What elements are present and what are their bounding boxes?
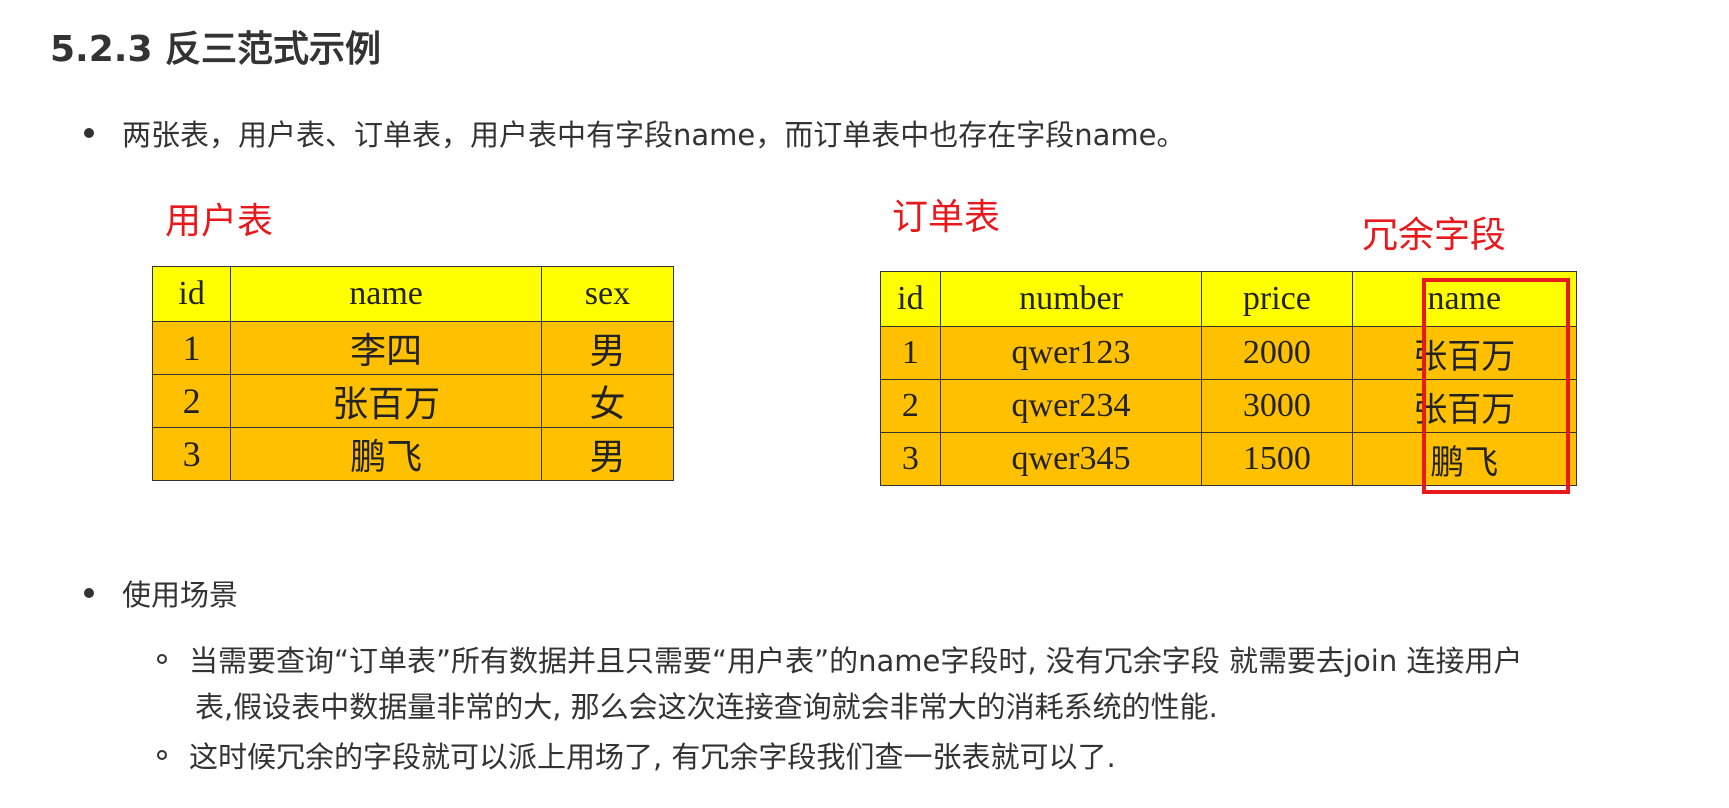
bullet-item-usage: 使用场景	[84, 572, 238, 614]
section-heading: 5.2.3 反三范式示例	[50, 29, 382, 70]
table-row: 1 李四 男	[151, 321, 675, 375]
sub-bullet-text: 当需要查询“订单表”所有数据并且只需要“用户表”的name字段时, 没有冗余字段…	[189, 644, 1523, 678]
sub-bullet-item: 当需要查询“订单表”所有数据并且只需要“用户表”的name字段时, 没有冗余字段…	[157, 638, 1522, 680]
sub-bullet-circle-icon	[157, 750, 167, 760]
header-cell-price: price	[1201, 271, 1353, 327]
user-table-label: 用户表	[165, 201, 274, 242]
cell: 男	[540, 321, 675, 375]
cell: qwer234	[939, 379, 1203, 433]
cell: 男	[540, 427, 675, 481]
cell: 3	[151, 427, 232, 481]
cell: 3	[880, 432, 941, 486]
bullet-text: 使用场景	[122, 578, 239, 612]
cell: 2	[880, 379, 941, 433]
header-cell-id: id	[151, 266, 232, 322]
cell: 2000	[1201, 326, 1353, 380]
redundant-field-highlight	[1422, 278, 1570, 494]
sub-bullet-item: 这时候冗余的字段就可以派上用场了, 有冗余字段我们查一张表就可以了.	[157, 734, 1116, 776]
cell: 2	[151, 374, 232, 428]
order-table-label: 订单表	[892, 197, 1001, 238]
cell: qwer345	[939, 432, 1203, 486]
header-cell-name: name	[230, 266, 542, 322]
header-cell-id: id	[880, 271, 941, 327]
cell: 1	[880, 326, 941, 380]
user-table: id name sex 1 李四 男 2 张百万 女 3 鹏飞 男	[151, 266, 675, 481]
sub-bullet-text: 这时候冗余的字段就可以派上用场了, 有冗余字段我们查一张表就可以了.	[189, 740, 1116, 774]
table-row: 3 鹏飞 男	[151, 427, 675, 481]
redundant-field-label: 冗余字段	[1362, 215, 1507, 256]
cell: 鹏飞	[230, 427, 542, 481]
header-cell-sex: sex	[540, 266, 675, 322]
sub-bullet-continuation: 表,假设表中数据量非常的大, 那么会这次连接查询就会非常大的消耗系统的性能.	[195, 690, 1218, 724]
sub-bullet-circle-icon	[157, 654, 167, 664]
bullet-item-tables: 两张表，用户表、订单表，用户表中有字段name，而订单表中也存在字段name。	[84, 112, 1186, 154]
bullet-dot-icon	[84, 128, 94, 138]
cell: qwer123	[939, 326, 1203, 380]
header-cell-number: number	[939, 271, 1203, 327]
bullet-dot-icon	[84, 588, 94, 598]
cell: 张百万	[230, 374, 542, 428]
cell: 李四	[230, 321, 542, 375]
cell: 1	[151, 321, 232, 375]
cell: 3000	[1201, 379, 1353, 433]
cell: 1500	[1201, 432, 1353, 486]
cell: 女	[540, 374, 675, 428]
table-row: 2 张百万 女	[151, 374, 675, 428]
bullet-text: 两张表，用户表、订单表，用户表中有字段name，而订单表中也存在字段name。	[122, 118, 1186, 152]
